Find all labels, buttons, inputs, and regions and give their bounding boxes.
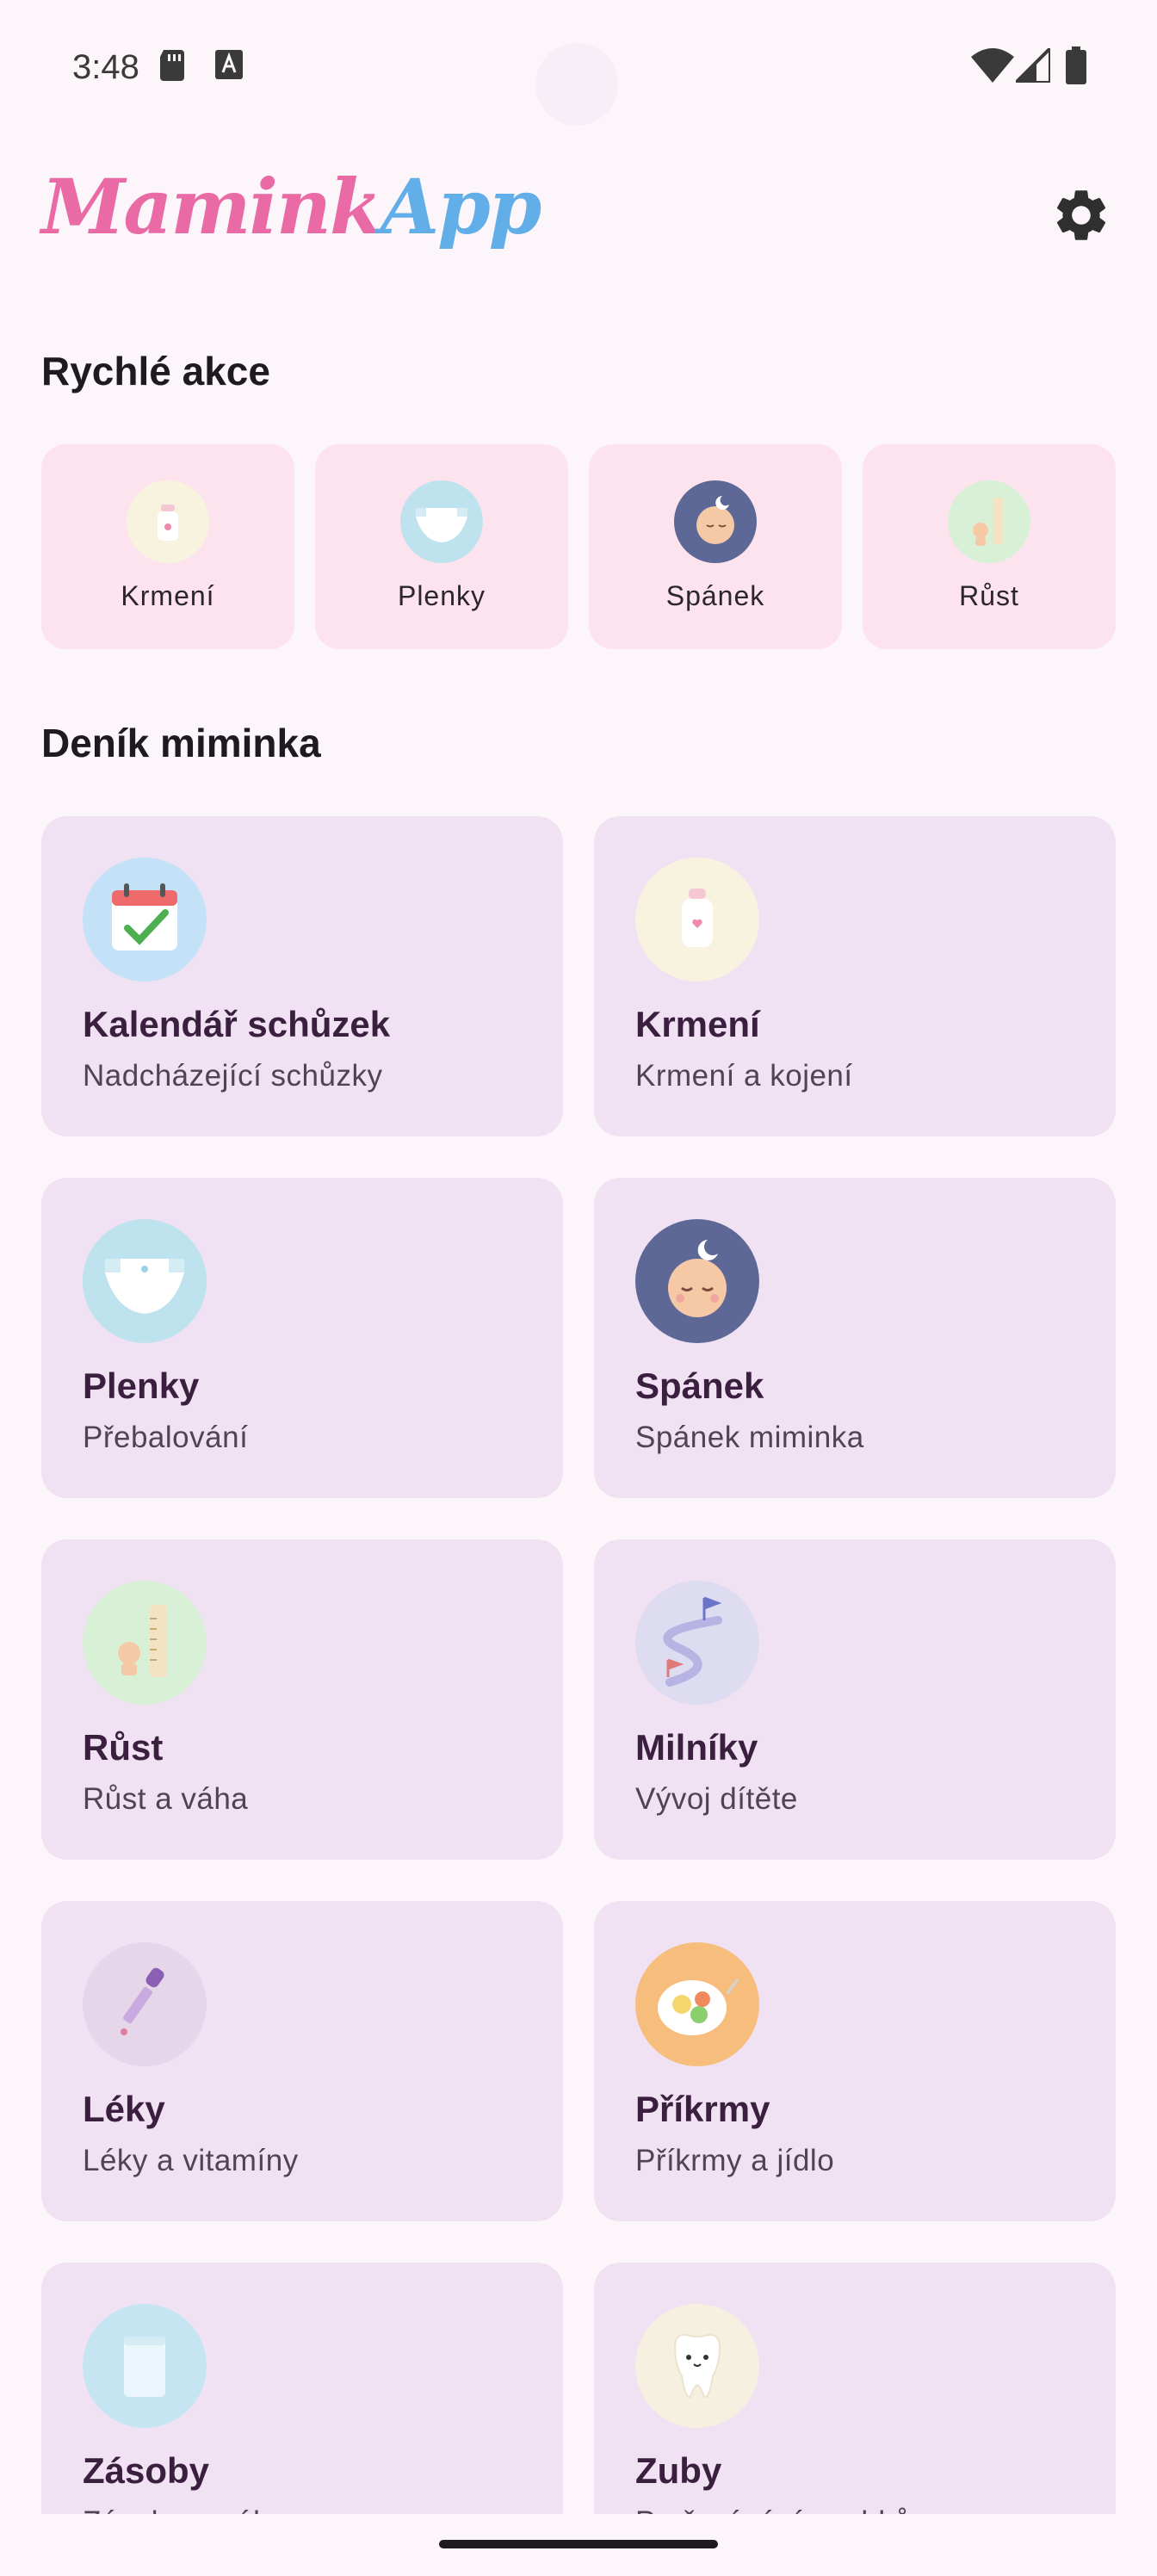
- card-subtitle: Prořezávání zoubků: [635, 2505, 911, 2514]
- supplies-bag-icon: [83, 2304, 207, 2428]
- gesture-navigation-bar[interactable]: [439, 2540, 718, 2548]
- tooth-icon: [635, 2304, 759, 2428]
- card-medicine[interactable]: Léky Léky a vitamíny: [41, 1901, 563, 2221]
- card-subtitle: Vývoj dítěte: [635, 1782, 798, 1816]
- diary-grid: Kalendář schůzek Nadcházející schůzky Kr…: [0, 0, 1157, 2514]
- card-subtitle: Léky a vitamíny: [83, 2144, 299, 2177]
- card-title: Plenky: [83, 1365, 200, 1406]
- card-subtitle: Přebalování: [83, 1421, 249, 1454]
- calendar-icon: [83, 858, 207, 981]
- sleeping-baby-icon: [635, 1219, 759, 1343]
- growth-ruler-icon: [83, 1581, 207, 1705]
- card-title: Zásoby: [83, 2450, 210, 2491]
- dropper-icon: [83, 1942, 207, 2066]
- card-title: Růst: [83, 1727, 164, 1768]
- milestone-flags-icon: [635, 1581, 759, 1705]
- card-subtitle: Nadcházející schůzky: [83, 1059, 383, 1093]
- card-feeding[interactable]: Krmení Krmení a kojení: [594, 816, 1116, 1136]
- card-subtitle: Krmení a kojení: [635, 1059, 853, 1093]
- card-sleep[interactable]: Spánek Spánek miminka: [594, 1178, 1116, 1498]
- card-growth[interactable]: Růst Růst a váha: [41, 1539, 563, 1860]
- card-teeth[interactable]: Zuby Prořezávání zoubků: [594, 2263, 1116, 2514]
- card-milestones[interactable]: Milníky Vývoj dítěte: [594, 1539, 1116, 1860]
- card-subtitle: Spánek miminka: [635, 1421, 864, 1454]
- card-subtitle: Růst a váha: [83, 1782, 249, 1816]
- card-solid-food[interactable]: Příkrmy Příkrmy a jídlo: [594, 1901, 1116, 2221]
- card-supplies[interactable]: Zásoby Zásoby a nákupy: [41, 2263, 563, 2514]
- card-title: Léky: [83, 2089, 165, 2129]
- card-title: Kalendář schůzek: [83, 1004, 391, 1044]
- card-subtitle: Příkrmy a jídlo: [635, 2144, 835, 2177]
- card-title: Zuby: [635, 2450, 722, 2491]
- bottle-icon: [635, 858, 759, 981]
- card-appointments[interactable]: Kalendář schůzek Nadcházející schůzky: [41, 816, 563, 1136]
- card-title: Milníky: [635, 1727, 758, 1768]
- diaper-icon: [83, 1219, 207, 1343]
- card-title: Příkrmy: [635, 2089, 770, 2129]
- food-plate-icon: [635, 1942, 759, 2066]
- card-title: Spánek: [635, 1365, 764, 1406]
- card-title: Krmení: [635, 1004, 760, 1044]
- card-diapers[interactable]: Plenky Přebalování: [41, 1178, 563, 1498]
- card-subtitle: Zásoby a nákupy: [83, 2505, 319, 2514]
